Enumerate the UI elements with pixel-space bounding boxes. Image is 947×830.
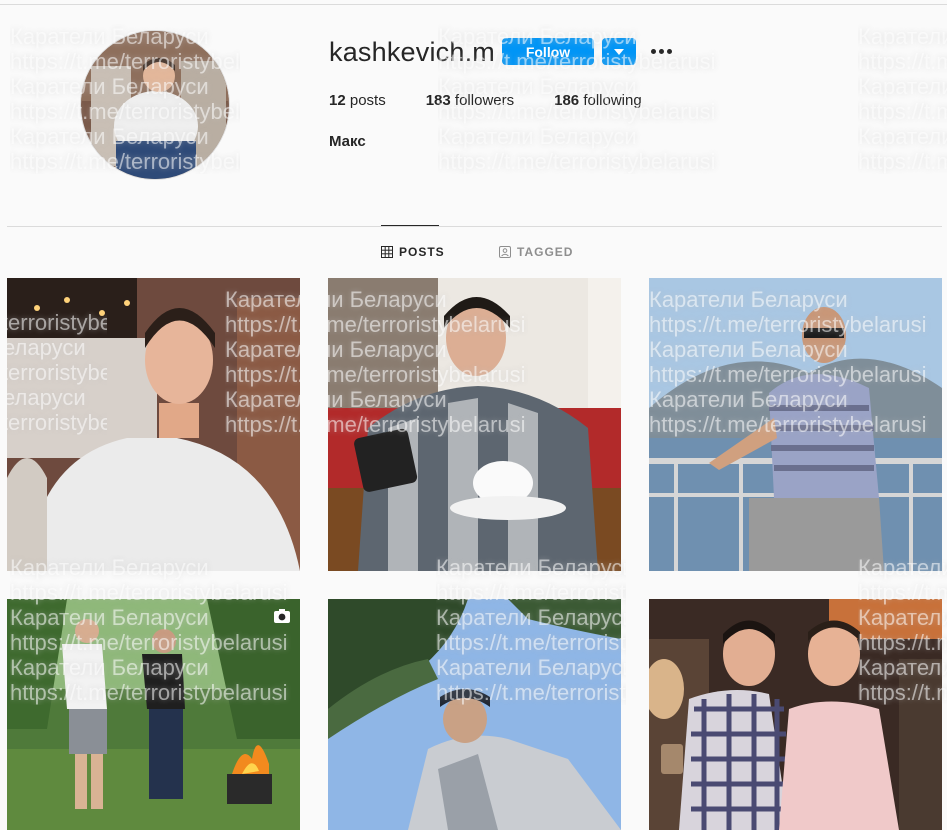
tab-posts-label: POSTS <box>399 245 445 259</box>
top-border <box>0 4 947 5</box>
following-label: following <box>583 92 642 109</box>
watermark-line: https://t.me/terroristybelarusi <box>858 149 947 174</box>
watermark-line: https://t.me/terroristybelarusi <box>858 49 947 74</box>
following-link[interactable]: 186 following <box>554 92 642 109</box>
dot-icon <box>658 48 664 54</box>
post-thumbnail[interactable] <box>7 599 300 830</box>
post-thumbnail[interactable] <box>649 278 942 571</box>
more-options-button[interactable] <box>648 39 674 63</box>
tagged-icon <box>499 246 511 258</box>
profile-username: kashkevich.m <box>329 37 495 67</box>
watermark-line: https://t.me/terroristybelarusi <box>858 99 947 124</box>
tab-tagged-label: TAGGED <box>517 245 574 259</box>
follow-button[interactable]: Follow <box>502 38 594 65</box>
watermark-line: Каратели Беларуси <box>858 74 947 99</box>
suggestions-dropdown-button[interactable] <box>602 38 636 65</box>
followers-label: followers <box>454 92 515 109</box>
dot-icon <box>666 48 672 54</box>
post-thumbnail[interactable] <box>328 599 621 830</box>
watermark-line: https://t.me/terroristybelarusi <box>438 149 716 174</box>
posts-count-value: 12 <box>329 92 346 109</box>
triangle-down-icon <box>614 48 624 55</box>
watermark: Каратели Беларуси https://t.me/terrorist… <box>858 24 947 174</box>
watermark-line: Каратели Беларуси <box>438 124 637 149</box>
tab-posts[interactable]: POSTS <box>381 245 445 259</box>
post-thumbnail[interactable] <box>649 599 942 830</box>
watermark-line: Каратели Беларуси <box>858 24 947 49</box>
tab-tagged[interactable]: TAGGED <box>499 245 573 259</box>
profile-full-name: Макс <box>329 133 366 150</box>
section-divider <box>7 226 942 227</box>
followers-link[interactable]: 183 followers <box>426 92 514 109</box>
profile-avatar[interactable] <box>80 30 230 180</box>
posts-count-label: posts <box>349 92 386 109</box>
dot-icon <box>650 48 656 54</box>
post-thumbnail[interactable] <box>7 278 300 571</box>
posts-count: 12 posts <box>329 92 386 109</box>
active-tab-indicator <box>381 225 439 226</box>
grid-icon <box>381 246 393 258</box>
profile-stats: 12 posts 183 followers 186 following <box>329 92 682 109</box>
camera-icon <box>274 609 290 623</box>
followers-count-value: 183 <box>425 92 451 109</box>
post-thumbnail[interactable] <box>328 278 621 571</box>
following-count-value: 186 <box>554 92 580 109</box>
profile-tabs: POSTS TAGGED <box>0 245 947 261</box>
watermark-line: Каратели Беларуси <box>858 124 947 149</box>
